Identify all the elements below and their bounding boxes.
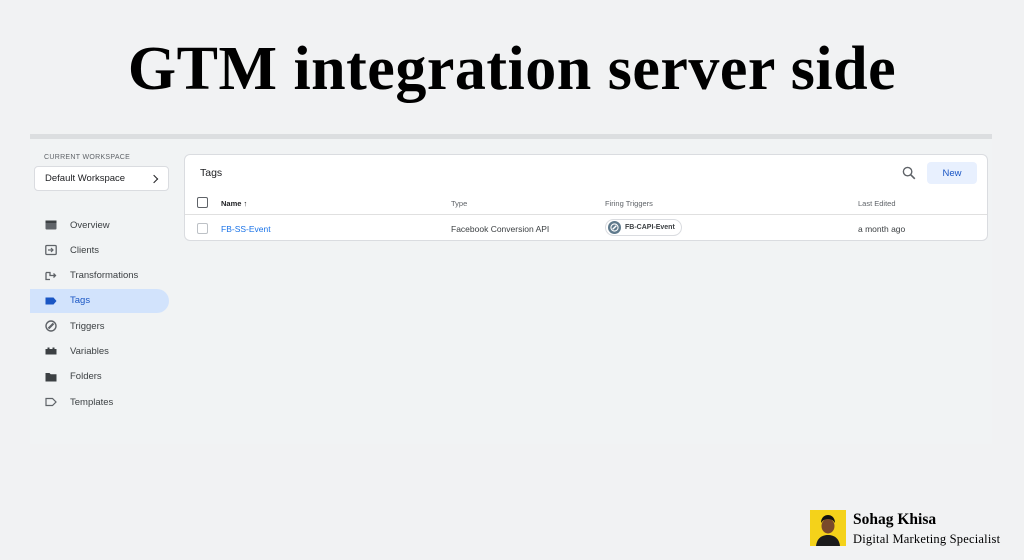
tag-type: Facebook Conversion API xyxy=(451,224,550,234)
folder-icon xyxy=(44,370,57,383)
row-checkbox[interactable] xyxy=(197,223,208,234)
sidebar-item-label: Templates xyxy=(70,396,114,408)
table-row[interactable]: FB-SS-Event Facebook Conversion API FB-C… xyxy=(185,216,987,241)
sidebar-item-label: Triggers xyxy=(70,320,105,332)
trigger-chip-label: FB-CAPI-Event xyxy=(625,224,675,231)
sidebar-item-clients[interactable]: Clients xyxy=(30,238,169,262)
workspace-value: Default Workspace xyxy=(45,173,126,184)
variables-icon xyxy=(44,345,57,358)
table-header: Name ↑ Type Firing Triggers Last Edited xyxy=(185,191,987,215)
sidebar-item-label: Transformations xyxy=(70,270,139,282)
sidebar-nav: Overview Clients Transformations Tags Tr… xyxy=(30,213,169,415)
sidebar-item-label: Variables xyxy=(70,345,109,357)
sidebar-item-transformations[interactable]: Transformations xyxy=(30,264,169,288)
chevron-right-icon xyxy=(149,174,159,183)
column-header-type[interactable]: Type xyxy=(451,199,467,208)
sidebar: CURRENT WORKSPACE Default Workspace Over… xyxy=(30,139,170,444)
sidebar-item-label: Folders xyxy=(70,371,102,383)
sidebar-item-overview[interactable]: Overview xyxy=(30,213,169,237)
sidebar-item-tags[interactable]: Tags xyxy=(30,288,169,313)
sidebar-item-folders[interactable]: Folders xyxy=(30,365,169,389)
column-header-last-edited[interactable]: Last Edited xyxy=(858,199,896,208)
sidebar-item-variables[interactable]: Variables xyxy=(30,339,169,363)
author-badge: Sohag Khisa Digital Marketing Specialist xyxy=(810,510,1020,548)
sidebar-item-label: Clients xyxy=(70,244,100,256)
column-header-triggers[interactable]: Firing Triggers xyxy=(605,199,653,208)
gtm-app-window: CURRENT WORKSPACE Default Workspace Over… xyxy=(30,134,992,444)
templates-icon xyxy=(44,396,57,409)
card-title: Tags xyxy=(200,167,223,179)
transformations-icon xyxy=(44,269,57,282)
select-all-checkbox[interactable] xyxy=(197,197,208,208)
search-icon[interactable] xyxy=(902,166,916,180)
sidebar-item-label: Tags xyxy=(70,295,91,307)
author-role: Digital Marketing Specialist xyxy=(853,532,1001,546)
new-tag-button[interactable]: New xyxy=(927,162,977,184)
workspace-label: CURRENT WORKSPACE xyxy=(44,154,131,161)
overview-icon xyxy=(44,219,57,232)
author-name: Sohag Khisa xyxy=(853,511,937,528)
tag-icon xyxy=(44,294,57,307)
workspace-selector[interactable]: Default Workspace xyxy=(34,166,169,191)
clients-icon xyxy=(44,244,57,257)
sidebar-item-triggers[interactable]: Triggers xyxy=(30,314,169,338)
tags-card: Tags New Name ↑ Type Firing Triggers Las… xyxy=(184,154,988,241)
triggers-icon xyxy=(44,320,57,333)
sidebar-item-label: Overview xyxy=(70,219,110,231)
sidebar-item-templates[interactable]: Templates xyxy=(30,390,169,414)
last-edited: a month ago xyxy=(858,224,906,234)
author-avatar xyxy=(810,510,846,546)
tag-name-link[interactable]: FB-SS-Event xyxy=(221,224,271,234)
page-headline: GTM integration server side xyxy=(127,35,897,103)
trigger-chip[interactable]: FB-CAPI-Event xyxy=(605,219,682,236)
trigger-icon xyxy=(608,221,621,234)
column-header-name[interactable]: Name ↑ xyxy=(221,199,247,208)
